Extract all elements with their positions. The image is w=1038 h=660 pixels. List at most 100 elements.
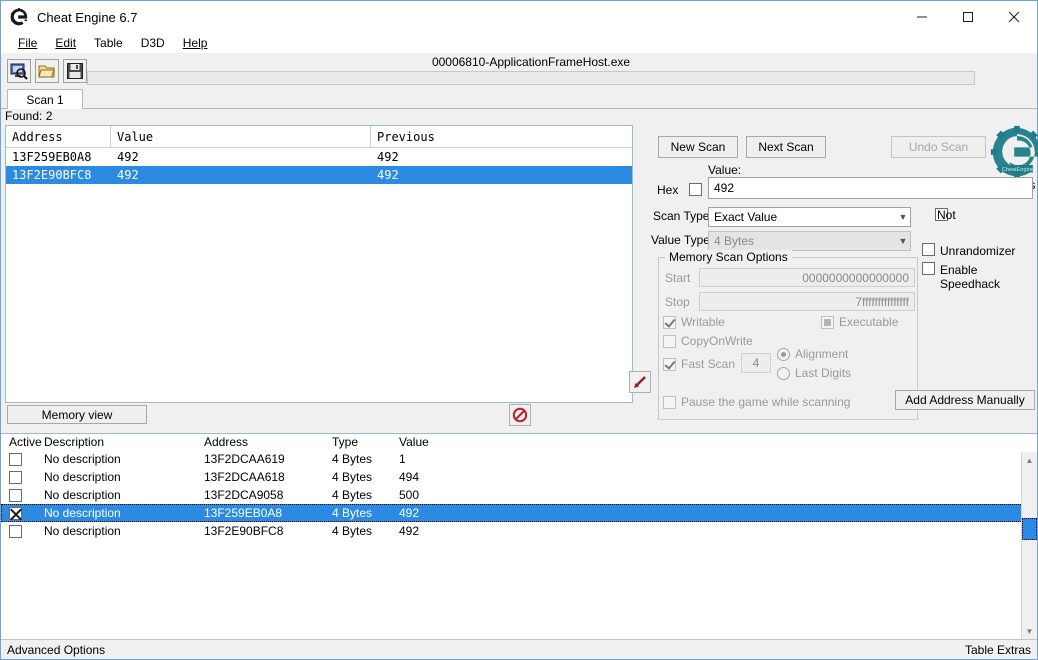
scan-value-input[interactable]: 492 bbox=[708, 177, 1033, 199]
process-info: 00006810-ApplicationFrameHost.exe bbox=[87, 55, 975, 85]
scan-cell-value: 492 bbox=[117, 168, 139, 182]
row-active-cell[interactable] bbox=[1, 488, 39, 502]
fastscan-label: Fast Scan bbox=[681, 357, 736, 371]
menu-file-label: File bbox=[18, 36, 38, 50]
table-row[interactable]: No description 13F2DCA9058 4 Bytes 500 bbox=[1, 486, 1037, 504]
copyonwrite-checkbox[interactable] bbox=[663, 334, 676, 348]
start-address-input[interactable]: 0000000000000000 bbox=[699, 268, 915, 287]
minimize-button[interactable] bbox=[899, 1, 945, 33]
table-row[interactable]: No description 13F2DCAA619 4 Bytes 1 bbox=[1, 450, 1037, 468]
scrollbar-thumb[interactable] bbox=[1022, 518, 1037, 540]
scan-result-row[interactable]: 13F2E90BFC8 492 492 bbox=[6, 166, 632, 184]
row-active-checkbox[interactable] bbox=[9, 452, 22, 466]
cheat-engine-logo-icon bbox=[10, 8, 28, 26]
table-row[interactable]: No description 13F259EB0A8 4 Bytes 492 bbox=[1, 504, 1037, 522]
lastdigits-label: Last Digits bbox=[795, 366, 852, 380]
window-controls bbox=[899, 1, 1037, 33]
speedhack-label: Enable Speedhack bbox=[940, 263, 1001, 291]
scan-col-previous[interactable]: Previous bbox=[371, 126, 632, 147]
save-disk-icon bbox=[67, 63, 83, 79]
hex-checkbox[interactable] bbox=[689, 183, 702, 197]
menu-edit[interactable]: Edit bbox=[46, 34, 85, 52]
scan-col-value[interactable]: Value bbox=[111, 126, 371, 147]
row-value: 492 bbox=[399, 524, 420, 538]
copyonwrite-checkbox-row[interactable]: CopyOnWrite bbox=[663, 334, 753, 348]
row-active-cell[interactable] bbox=[1, 524, 39, 538]
scan-type-select[interactable]: Exact Value ▼ bbox=[708, 207, 911, 227]
writable-checkbox-row[interactable]: Writable bbox=[663, 315, 725, 329]
address-col-active[interactable]: Active bbox=[1, 435, 42, 449]
scan-control-panel: New Scan Next Scan Undo Scan CheatEngine… bbox=[651, 125, 1038, 425]
open-file-button[interactable] bbox=[35, 59, 59, 83]
unrandomizer-checkbox[interactable] bbox=[922, 243, 935, 256]
tab-scan-1[interactable]: Scan 1 bbox=[7, 89, 83, 109]
address-col-description[interactable]: Description bbox=[39, 435, 199, 449]
address-table-scrollbar[interactable]: ▲ ▼ bbox=[1021, 452, 1037, 639]
row-active-checkbox[interactable] bbox=[9, 524, 22, 538]
copyonwrite-label: CopyOnWrite bbox=[681, 334, 753, 348]
menu-help[interactable]: Help bbox=[174, 34, 217, 52]
speedhack-checkbox[interactable] bbox=[922, 262, 935, 275]
new-scan-button[interactable]: New Scan bbox=[658, 136, 738, 158]
panel-collapse-button[interactable] bbox=[629, 371, 651, 393]
memory-view-row: Memory view bbox=[5, 404, 633, 431]
row-active-checkbox[interactable] bbox=[9, 488, 22, 502]
pause-game-checkbox-row[interactable]: Pause the game while scanning bbox=[663, 395, 850, 409]
fastscan-alignment-input[interactable]: 4 bbox=[741, 353, 771, 373]
lastdigits-radio-row[interactable]: Last Digits bbox=[777, 366, 851, 380]
main-area: Address Value Previous 13F259EB0A8 492 4… bbox=[1, 125, 1038, 639]
row-type: 4 Bytes bbox=[332, 452, 373, 466]
table-row[interactable]: No description 13F2E90BFC8 4 Bytes 492 bbox=[1, 522, 1037, 540]
alignment-radio[interactable] bbox=[777, 347, 790, 361]
executable-checkbox-row[interactable]: Executable bbox=[821, 315, 898, 329]
title-bar: Cheat Engine 6.7 bbox=[1, 1, 1037, 33]
row-active-checkbox[interactable] bbox=[9, 470, 22, 484]
value-type-select[interactable]: 4 Bytes ▼ bbox=[708, 231, 911, 251]
fastscan-checkbox-row[interactable]: Fast Scan bbox=[663, 357, 735, 371]
scroll-up-icon[interactable]: ▲ bbox=[1022, 452, 1037, 468]
process-select-button[interactable] bbox=[7, 59, 31, 83]
executable-checkbox[interactable] bbox=[821, 315, 834, 329]
address-col-address[interactable]: Address bbox=[199, 435, 327, 449]
menu-bar: File Edit Table D3D Help bbox=[1, 33, 1037, 53]
writable-checkbox[interactable] bbox=[663, 315, 676, 329]
row-active-cell[interactable] bbox=[1, 470, 39, 484]
stop-address-input[interactable]: 7fffffffffffffff bbox=[699, 292, 915, 311]
chevron-down-icon: ▼ bbox=[898, 236, 908, 246]
scan-tab-strip: Scan 1 bbox=[1, 89, 1037, 109]
cheat-engine-window: Cheat Engine 6.7 File Edit Table D3D Hel… bbox=[0, 0, 1038, 660]
row-active-checkbox[interactable] bbox=[9, 506, 22, 520]
advanced-options-link[interactable]: Advanced Options bbox=[7, 643, 105, 657]
table-extras-link[interactable]: Table Extras bbox=[965, 643, 1031, 657]
scroll-down-icon[interactable]: ▼ bbox=[1022, 623, 1037, 639]
save-file-button[interactable] bbox=[63, 59, 87, 83]
address-col-value[interactable]: Value bbox=[394, 435, 1037, 449]
row-description: No description bbox=[44, 524, 121, 538]
stop-scan-button[interactable] bbox=[509, 404, 531, 426]
add-address-manually-button[interactable]: Add Address Manually bbox=[895, 390, 1035, 410]
address-table: Active Description Address Type Value No… bbox=[1, 433, 1037, 639]
undo-scan-button[interactable]: Undo Scan bbox=[891, 136, 986, 158]
alignment-radio-row[interactable]: Alignment bbox=[777, 347, 848, 361]
process-select-icon bbox=[10, 63, 28, 80]
hex-label: Hex bbox=[657, 183, 679, 197]
memory-view-button[interactable]: Memory view bbox=[7, 405, 147, 424]
table-row[interactable]: No description 13F2DCAA618 4 Bytes 494 bbox=[1, 468, 1037, 486]
maximize-button[interactable] bbox=[945, 1, 991, 33]
scan-col-address[interactable]: Address bbox=[6, 126, 111, 147]
menu-table[interactable]: Table bbox=[85, 34, 132, 52]
close-button[interactable] bbox=[991, 1, 1037, 33]
minimize-icon bbox=[917, 16, 927, 18]
row-active-cell[interactable] bbox=[1, 506, 39, 520]
scan-results-list[interactable]: Address Value Previous 13F259EB0A8 492 4… bbox=[5, 125, 633, 403]
row-active-cell[interactable] bbox=[1, 452, 39, 466]
pause-game-checkbox[interactable] bbox=[663, 395, 676, 409]
menu-d3d[interactable]: D3D bbox=[132, 34, 174, 52]
scan-result-row[interactable]: 13F259EB0A8 492 492 bbox=[6, 148, 632, 166]
row-value: 492 bbox=[399, 506, 420, 520]
menu-file[interactable]: File bbox=[9, 34, 46, 52]
address-col-type[interactable]: Type bbox=[327, 435, 394, 449]
next-scan-button[interactable]: Next Scan bbox=[746, 136, 826, 158]
lastdigits-radio[interactable] bbox=[777, 366, 790, 380]
fastscan-checkbox[interactable] bbox=[663, 357, 676, 371]
